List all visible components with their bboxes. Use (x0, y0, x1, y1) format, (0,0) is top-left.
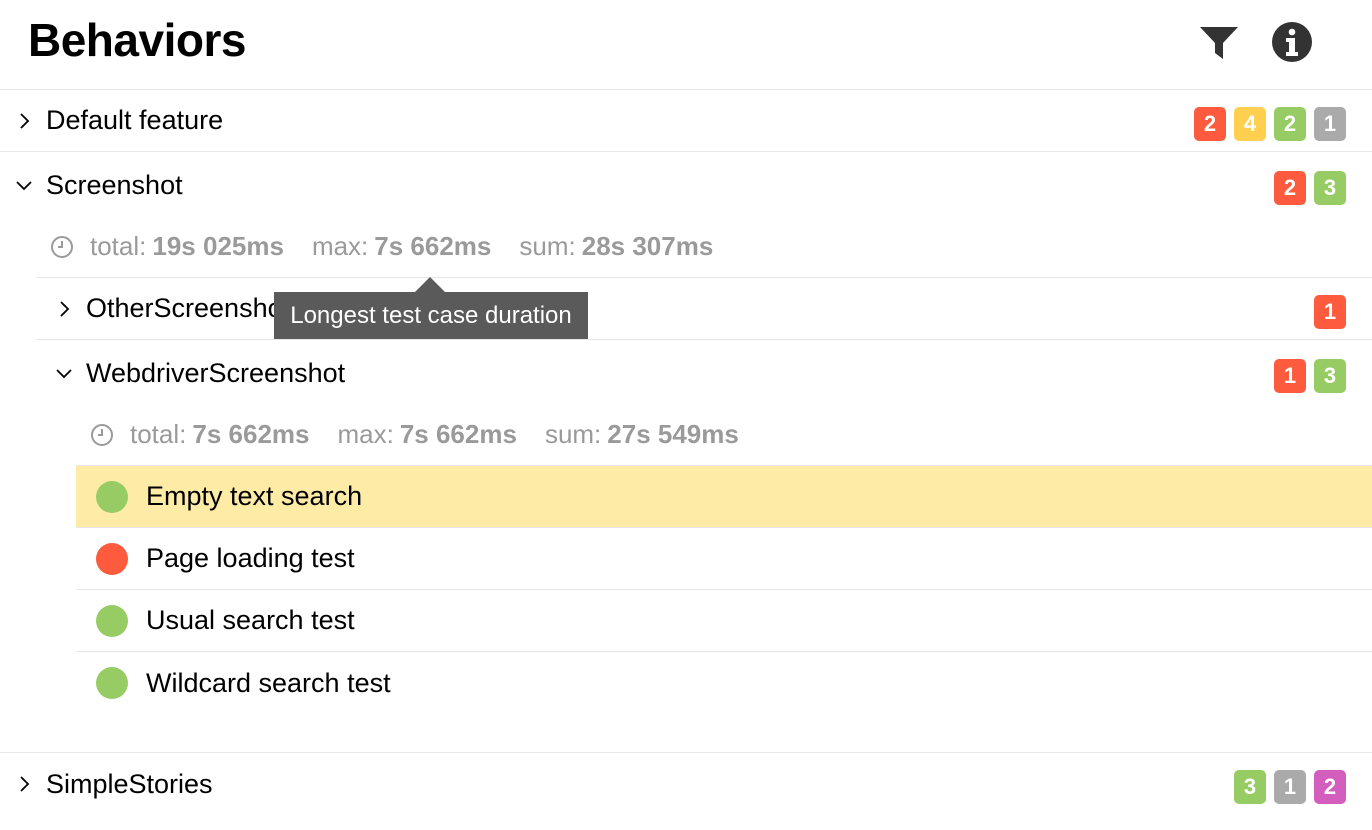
group-label: OtherScreenshot (86, 293, 291, 323)
filter-icon[interactable] (1198, 21, 1240, 63)
max-label: max: (337, 419, 394, 449)
failed-count-badge: 2 (1274, 171, 1306, 205)
status-badges: 1 (1314, 295, 1346, 329)
total-value: 19s 025ms (152, 231, 284, 261)
group-duration-stats: total: 19s 025ms max: 7s 662ms sum: 28s … (36, 216, 1372, 278)
total-label: total: (130, 419, 187, 449)
total-label: total: (90, 231, 147, 261)
chevron-right-icon (20, 776, 30, 792)
passed-status-icon (96, 667, 128, 699)
test-case-row[interactable]: Page loading test (76, 528, 1372, 590)
sum-label: sum: (544, 419, 602, 449)
skipped-count-badge: 1 (1274, 770, 1306, 804)
group-label: Default feature (46, 105, 224, 135)
group-label: SimpleStories (46, 768, 213, 799)
behaviors-page: Behaviors Default feature 2 4 2 1 Screen… (0, 0, 1372, 830)
passed-count-badge: 3 (1234, 770, 1266, 804)
test-case-name: Empty text search (146, 481, 363, 511)
passed-count-badge: 3 (1314, 359, 1346, 393)
group-label: Screenshot (46, 169, 183, 200)
status-badges: 2 4 2 1 (1194, 107, 1346, 141)
group-duration-stats: total: 7s 662ms max: 7s 662ms sum: 27s 5… (76, 404, 1372, 466)
test-case-row[interactable]: Empty text search (76, 466, 1372, 528)
chevron-right-icon (20, 112, 30, 129)
test-case-name: Wildcard search test (146, 667, 391, 698)
max-label[interactable]: max: (312, 231, 368, 262)
test-case-row[interactable]: Wildcard search test (76, 652, 1372, 714)
total-value: 7s 662ms (192, 419, 310, 449)
failed-count-badge: 1 (1274, 359, 1306, 393)
broken-count-badge: 4 (1234, 107, 1266, 141)
status-badges: 1 3 (1274, 359, 1346, 393)
max-value: 7s 662ms (399, 419, 517, 449)
status-badges: 2 3 (1274, 171, 1346, 205)
passed-status-icon (96, 604, 128, 637)
failed-status-icon (96, 542, 128, 575)
group-label: WebdriverScreenshot (86, 357, 346, 388)
chevron-down-icon (16, 181, 32, 191)
tree-group-other-screenshot[interactable]: OtherScreenshot 1 (36, 278, 1372, 340)
header: Behaviors (0, 0, 1372, 90)
test-case-name: Usual search test (146, 605, 355, 635)
sum-value: 27s 549ms (607, 419, 739, 449)
passed-status-icon (96, 480, 128, 513)
status-badges: 3 1 2 (1234, 770, 1346, 804)
skipped-count-badge: 1 (1314, 107, 1346, 141)
unknown-count-badge: 2 (1314, 770, 1346, 804)
test-case-row[interactable]: Usual search test (76, 590, 1372, 652)
passed-count-badge: 2 (1274, 107, 1306, 141)
max-value[interactable]: 7s 662ms (374, 231, 491, 262)
info-icon[interactable] (1271, 21, 1313, 63)
clock-icon (91, 423, 113, 446)
tree-group-screenshot[interactable]: Screenshot 2 3 (0, 154, 1372, 216)
sum-label: sum: (519, 231, 576, 261)
tree-group-simple-stories[interactable]: SimpleStories 3 1 2 (0, 753, 1372, 815)
tooltip: Longest test case duration (274, 292, 588, 339)
clock-icon (51, 235, 73, 258)
failed-count-badge: 1 (1314, 295, 1346, 329)
tooltip-arrow (414, 277, 446, 293)
passed-count-badge: 3 (1314, 171, 1346, 205)
page-title: Behaviors (28, 14, 246, 66)
sum-value: 28s 307ms (581, 231, 714, 261)
test-case-name: Page loading test (146, 543, 355, 573)
failed-count-badge: 2 (1194, 107, 1226, 141)
tree-group-webdriver-screenshot[interactable]: WebdriverScreenshot 1 3 (36, 342, 1372, 404)
chevron-down-icon (56, 369, 72, 379)
tree-group-default-feature[interactable]: Default feature 2 4 2 1 (0, 90, 1372, 152)
chevron-right-icon (60, 300, 70, 317)
